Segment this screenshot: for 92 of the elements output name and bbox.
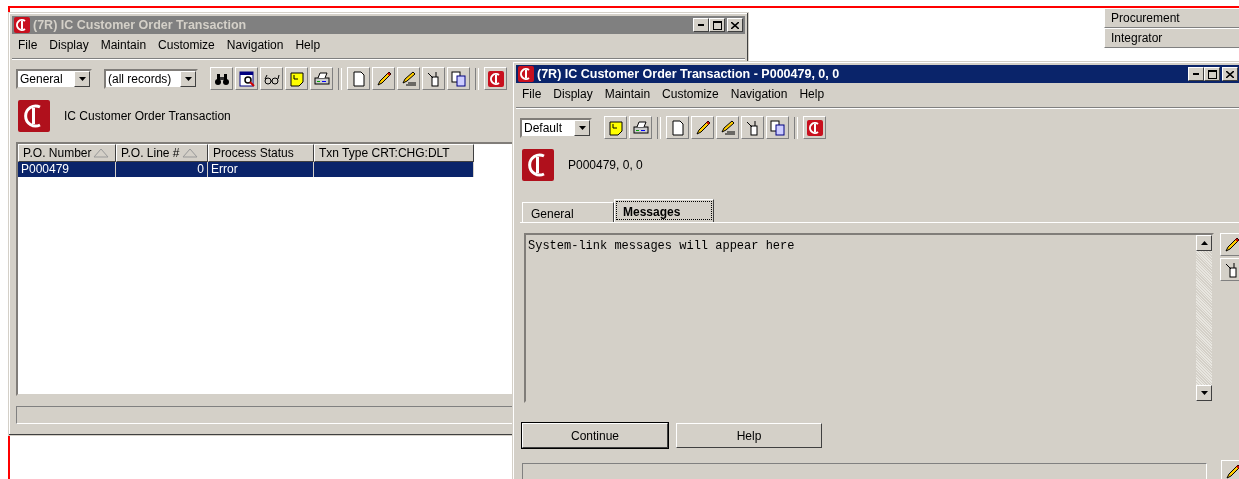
logo-icon <box>14 17 30 33</box>
scroll-up-button[interactable] <box>1196 235 1212 251</box>
nav-button[interactable]: Integrator <box>1104 28 1239 48</box>
close-icon <box>731 21 739 29</box>
logo-icon <box>518 66 534 82</box>
document-icon <box>669 119 686 136</box>
toolbar-button[interactable] <box>629 116 652 139</box>
up-arrow-icon <box>1200 241 1208 245</box>
logo-icon <box>18 100 50 132</box>
maximize-icon <box>1207 69 1217 79</box>
dialog-button[interactable]: Help <box>676 423 822 448</box>
tool-icon <box>744 119 761 136</box>
copy-icon <box>769 119 786 136</box>
printer-icon <box>632 119 649 136</box>
toolbar-button[interactable] <box>372 67 395 90</box>
dropdown-button[interactable] <box>74 70 90 87</box>
copy-icon <box>450 70 467 87</box>
toolbar-button[interactable] <box>766 116 789 139</box>
document-icon <box>350 70 367 87</box>
menu-item[interactable]: Customize <box>656 85 725 103</box>
menu-item[interactable]: File <box>12 36 44 54</box>
menu-item[interactable]: Display <box>547 85 599 103</box>
nav-button[interactable]: Procurement <box>1104 8 1239 28</box>
column-header[interactable]: Process Status <box>208 144 314 162</box>
caret-icon <box>184 76 192 81</box>
message-text: System-link messages will appear here <box>527 238 796 255</box>
tab[interactable]: General <box>522 202 614 222</box>
menu-item[interactable]: Navigation <box>724 85 794 103</box>
dropdown-button[interactable] <box>180 70 196 87</box>
menu-item[interactable]: Maintain <box>94 36 153 54</box>
toolbar-button[interactable] <box>397 67 420 90</box>
toolbar-button[interactable] <box>691 116 714 139</box>
toolbar-button[interactable] <box>447 67 470 90</box>
toolbar-button[interactable] <box>210 67 233 90</box>
note-icon <box>607 119 624 136</box>
menu-item[interactable]: Navigation <box>220 36 290 54</box>
close-button[interactable] <box>1222 67 1238 81</box>
toolbar-button[interactable] <box>1220 233 1239 256</box>
heading: P000479, 0, 0 <box>568 158 643 172</box>
caret-icon <box>78 76 86 81</box>
window-title: (7R) IC Customer Order Transaction - P000479, 0, 0 <box>537 67 841 81</box>
maximize-icon <box>712 20 722 30</box>
minimize-icon <box>698 24 704 26</box>
menu-item[interactable]: File <box>516 85 548 103</box>
menu-item[interactable]: Maintain <box>598 85 657 103</box>
minimize-button[interactable] <box>1188 67 1204 81</box>
column-header[interactable]: Txn Type CRT:CHG:DLT <box>314 144 474 162</box>
toolbar-button[interactable] <box>260 67 283 90</box>
scroll-down-button[interactable] <box>1196 385 1212 401</box>
find-window-icon <box>238 70 255 87</box>
pencil-lines-icon <box>400 70 417 87</box>
pencil-lines-icon <box>719 119 736 136</box>
caret-icon <box>578 125 586 130</box>
tool-icon <box>425 70 442 87</box>
toolbar-button[interactable] <box>235 67 258 90</box>
scrollbar[interactable] <box>1196 235 1212 401</box>
toolbar-button[interactable] <box>310 67 333 90</box>
dialog-button[interactable]: Continue <box>522 423 668 448</box>
view-dropdown[interactable]: General <box>16 68 92 89</box>
logo-icon <box>522 149 554 181</box>
pencil-icon <box>1224 463 1239 479</box>
pencil-icon <box>1223 236 1239 253</box>
logo-icon <box>487 70 504 87</box>
tab[interactable]: Messages <box>614 199 714 222</box>
note-icon <box>288 70 305 87</box>
heading: IC Customer Order Transaction <box>64 109 231 123</box>
minimize-icon <box>1193 73 1199 75</box>
pencil-icon <box>694 119 711 136</box>
toolbar-button[interactable] <box>1220 258 1239 281</box>
toolbar-button[interactable] <box>716 116 739 139</box>
logo-icon <box>806 119 823 136</box>
menu-item[interactable]: Help <box>289 36 327 54</box>
column-header[interactable]: P.O. Number <box>18 144 116 162</box>
close-icon <box>1226 70 1234 78</box>
column-header[interactable]: P.O. Line # <box>116 144 208 162</box>
window-title: (7R) IC Customer Order Transaction <box>33 18 248 32</box>
menu-item[interactable]: Customize <box>152 36 221 54</box>
dropdown-button[interactable] <box>574 119 590 136</box>
down-arrow-icon <box>1200 391 1208 395</box>
view-dropdown[interactable]: Default <box>520 117 592 138</box>
table-row[interactable]: P000479 0 Error <box>18 162 474 177</box>
messages-box[interactable]: System-link messages will appear here <box>524 233 1214 403</box>
pencil-icon <box>375 70 392 87</box>
table-cell: 0 <box>116 162 208 177</box>
table-cell: P000479 <box>18 162 116 177</box>
tool-icon <box>1223 261 1239 278</box>
menu-item[interactable]: Display <box>43 36 95 54</box>
table-cell: Error <box>208 162 314 177</box>
printer-icon <box>313 70 330 87</box>
maximize-button[interactable] <box>1204 67 1220 81</box>
menu-item[interactable]: Help <box>793 85 831 103</box>
filter-dropdown[interactable]: (all records) <box>104 68 198 89</box>
